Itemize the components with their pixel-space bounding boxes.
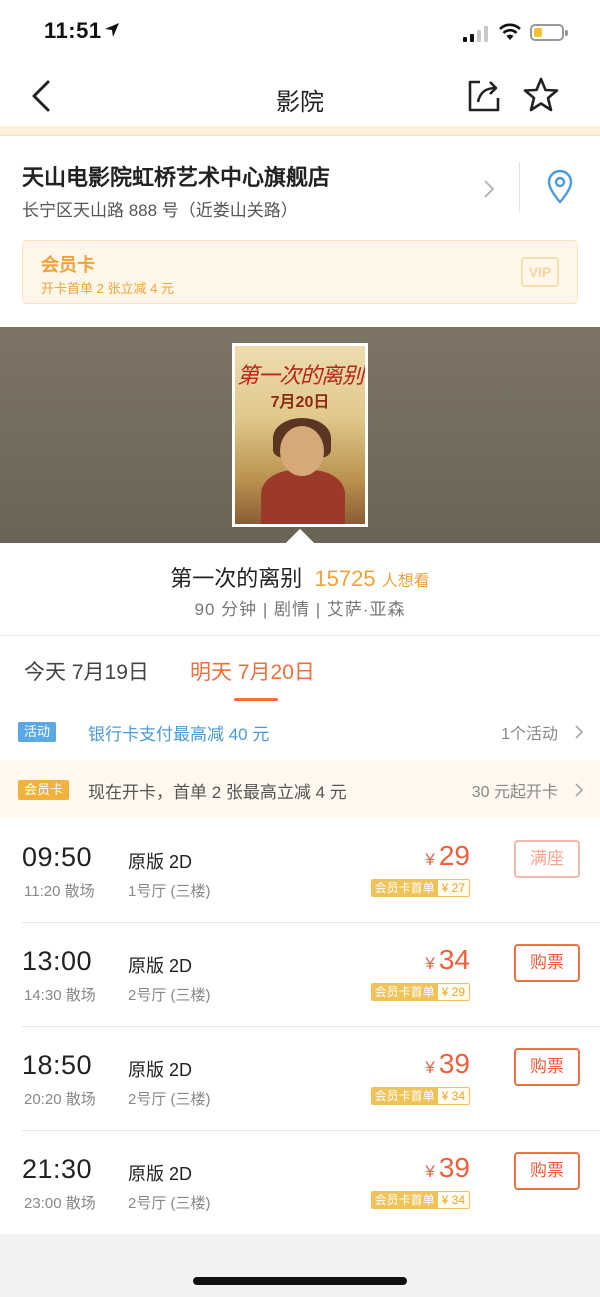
showtime-row[interactable]: 13:00 14:30 散场 原版 2D 2号厅 (三楼) ¥34 会员卡首单 ¥…	[0, 922, 600, 1026]
price-value: 39	[438, 1152, 470, 1183]
chevron-right-icon	[575, 725, 584, 739]
member-price-value: ¥ 29	[437, 984, 469, 1000]
status-bar: 11:51	[0, 0, 600, 64]
showtime-hall: 1号厅 (三楼)	[128, 883, 211, 900]
battery-icon	[530, 24, 568, 41]
movie-info: 第一次的离别 15725 人想看 90 分钟 | 剧情 | 艾萨·亚森	[0, 543, 600, 635]
movie-title: 第一次的离别	[170, 566, 303, 591]
buy-ticket-button[interactable]: 购票	[514, 1152, 580, 1190]
activity-tag: 活动	[18, 722, 57, 742]
sold-out-button[interactable]: 满座	[514, 840, 580, 878]
member-price-label: 会员卡首单	[371, 1088, 438, 1104]
showtime-hall: 2号厅 (三楼)	[128, 987, 211, 1004]
price-value: 39	[438, 1048, 470, 1079]
showtime-version: 原版 2D	[128, 852, 193, 872]
tab-indicator	[234, 698, 278, 701]
movie-title-line: 第一次的离别 15725 人想看	[0, 561, 600, 593]
vip-card-icon: VIP	[521, 257, 559, 287]
member-price-badge: 会员卡首单 ¥ 34	[370, 1191, 470, 1209]
member-promo-text: 现在开卡，首单 2 张最高立减 4 元	[88, 783, 347, 802]
member-price-badge: 会员卡首单 ¥ 34	[370, 1087, 470, 1105]
showtime-version: 原版 2D	[128, 1060, 193, 1080]
showtime-start: 18:50	[22, 1050, 93, 1080]
member-price-label: 会员卡首单	[371, 880, 438, 896]
showtime-row[interactable]: 21:30 23:00 散场 原版 2D 2号厅 (三楼) ¥39 会员卡首单 ¥…	[0, 1130, 600, 1234]
poster-figure	[280, 426, 324, 476]
showtime-price: ¥39	[425, 1152, 470, 1184]
activity-text: 银行卡支付最高减 40 元	[88, 725, 270, 744]
movie-poster[interactable]: 第一次的离别 7月20日	[232, 343, 368, 527]
poster-figure	[261, 470, 345, 524]
showtime-row[interactable]: 18:50 20:20 散场 原版 2D 2号厅 (三楼) ¥39 会员卡首单 ¥…	[0, 1026, 600, 1130]
nav-divider-strip	[0, 126, 600, 136]
member-price-badge: 会员卡首单 ¥ 29	[370, 983, 470, 1001]
showtime-start: 09:50	[22, 842, 93, 872]
member-price-label: 会员卡首单	[371, 1192, 438, 1208]
member-promo-row[interactable]: 会员卡 现在开卡，首单 2 张最高立减 4 元 30 元起开卡	[0, 760, 600, 818]
cinema-address: 长宁区天山路 888 号（近娄山关路）	[22, 201, 298, 220]
member-tag: 会员卡	[18, 780, 70, 800]
showtime-version: 原版 2D	[128, 1164, 193, 1184]
want-count: 15725	[314, 566, 376, 591]
currency-symbol: ¥	[425, 1162, 435, 1181]
tab-today[interactable]: 今天 7月19日	[24, 656, 149, 686]
activity-count: 1个活动	[501, 726, 558, 743]
member-open-price: 30 元起开卡	[471, 784, 558, 801]
currency-symbol: ¥	[425, 1058, 435, 1077]
member-card-banner[interactable]: 会员卡 开卡首单 2 张立减 4 元 VIP	[22, 240, 578, 304]
showtime-version: 原版 2D	[128, 956, 193, 976]
date-tabs: 今天 7月19日 明天 7月20日	[0, 636, 600, 702]
currency-symbol: ¥	[425, 954, 435, 973]
showtime-end: 11:20 散场	[24, 883, 95, 900]
member-price-label: 会员卡首单	[371, 984, 438, 1000]
member-price-value: ¥ 27	[437, 880, 469, 896]
showtime-hall: 2号厅 (三楼)	[128, 1195, 211, 1212]
currency-symbol: ¥	[425, 850, 435, 869]
member-price-value: ¥ 34	[437, 1192, 469, 1208]
tab-tomorrow[interactable]: 明天 7月20日	[190, 656, 315, 686]
divider	[519, 162, 520, 212]
showtime-start: 13:00	[22, 946, 93, 976]
wifi-icon	[499, 23, 521, 40]
showtime-hall: 2号厅 (三楼)	[128, 1091, 211, 1108]
member-price-value: ¥ 34	[437, 1088, 469, 1104]
movie-meta: 90 分钟 | 剧情 | 艾萨·亚森	[194, 600, 406, 619]
status-time: 11:51	[44, 18, 102, 43]
home-indicator[interactable]	[193, 1277, 407, 1285]
showtime-end: 14:30 散场	[24, 987, 96, 1004]
bottom-safe-area	[0, 1234, 600, 1297]
page-title: 影院	[276, 89, 324, 116]
poster-title: 第一次的离别	[236, 364, 364, 389]
location-pin-icon[interactable]	[545, 170, 575, 204]
favorite-star-icon[interactable]	[522, 76, 560, 114]
buy-ticket-button[interactable]: 购票	[514, 944, 580, 982]
poster-date: 7月20日	[270, 394, 330, 411]
location-arrow-icon	[105, 23, 119, 37]
chevron-right-icon	[575, 783, 584, 797]
member-card-subtitle: 开卡首单 2 张立减 4 元	[41, 281, 174, 296]
activity-promo-row[interactable]: 活动 银行卡支付最高减 40 元 1个活动	[0, 702, 600, 760]
showtime-end: 23:00 散场	[24, 1195, 96, 1212]
showtime-row[interactable]: 09:50 11:20 散场 原版 2D 1号厅 (三楼) ¥29 会员卡首单 ¥…	[0, 818, 600, 922]
price-value: 29	[438, 840, 470, 871]
nav-bar: 影院	[0, 64, 600, 128]
member-card-title: 会员卡	[41, 255, 95, 275]
member-price-badge: 会员卡首单 ¥ 27	[370, 879, 470, 897]
price-value: 34	[438, 944, 470, 975]
showtime-price: ¥29	[425, 840, 470, 872]
showtime-price: ¥39	[425, 1048, 470, 1080]
cinema-name: 天山电影院虹桥艺术中心旗舰店	[22, 165, 331, 190]
share-icon[interactable]	[466, 76, 502, 114]
showtime-price: ¥34	[425, 944, 470, 976]
cellular-signal-icon	[463, 26, 491, 42]
buy-ticket-button[interactable]: 购票	[514, 1048, 580, 1086]
want-label: 人想看	[381, 573, 430, 590]
cinema-info[interactable]: 天山电影院虹桥艺术中心旗舰店 长宁区天山路 888 号（近娄山关路）	[0, 136, 600, 234]
showtime-end: 20:20 散场	[24, 1091, 96, 1108]
chevron-right-icon	[484, 180, 495, 198]
showtime-start: 21:30	[22, 1154, 93, 1184]
